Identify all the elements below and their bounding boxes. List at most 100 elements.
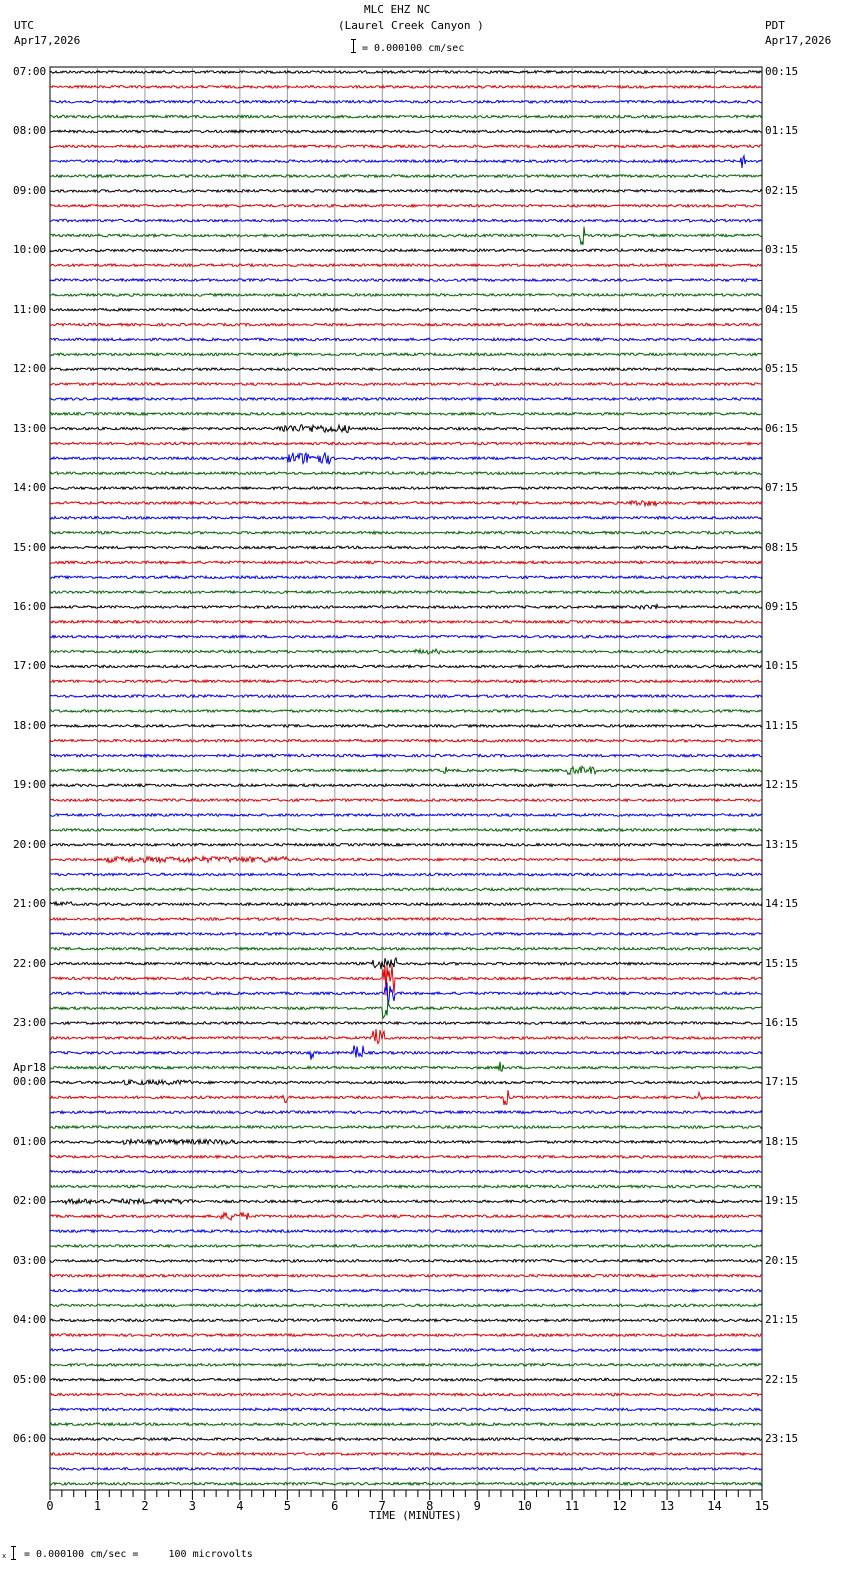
trace-line xyxy=(49,1197,763,1206)
trace-line xyxy=(49,782,763,788)
trace-line xyxy=(49,1210,763,1222)
trace-line xyxy=(49,965,763,996)
pdt-hour-label: 05:15 xyxy=(765,362,799,376)
trace-line xyxy=(49,752,762,759)
trace-line xyxy=(49,1317,763,1323)
trace-line xyxy=(49,99,763,105)
utc-hour-label: 20:00 xyxy=(13,837,47,851)
utc-hour-label: 15:00 xyxy=(13,540,47,554)
pdt-hour-label: 16:15 xyxy=(765,1016,799,1030)
pdt-hour-label: 09:15 xyxy=(765,599,799,613)
trace-line xyxy=(49,381,762,387)
pdt-hour-label: 15:15 xyxy=(765,956,799,970)
trace-line xyxy=(49,515,763,521)
trace-line xyxy=(49,336,763,343)
trace-line xyxy=(49,411,763,417)
trace-line xyxy=(49,1061,763,1072)
trace-line xyxy=(49,1029,763,1045)
trace-line xyxy=(49,1332,763,1338)
footer-scale-bar-icon xyxy=(11,1546,16,1560)
utc-hour-label: 05:00 xyxy=(13,1372,47,1386)
trace-line xyxy=(49,842,763,848)
trace-line xyxy=(50,351,763,357)
trace-line xyxy=(49,143,763,149)
trace-line xyxy=(49,188,763,194)
footer-scale-prefix: x xyxy=(2,1552,7,1560)
trace-line xyxy=(49,678,763,684)
utc-hour-label: 12:00 xyxy=(13,362,47,376)
trace-line xyxy=(49,693,763,699)
trace-line xyxy=(49,128,763,134)
trace-line xyxy=(49,1302,763,1308)
trace-line xyxy=(49,854,763,865)
pdt-hour-label: 21:15 xyxy=(765,1313,799,1327)
pdt-hour-label: 22:15 xyxy=(765,1372,799,1386)
trace-line xyxy=(49,956,763,970)
trace-line xyxy=(49,1124,763,1130)
trace-line xyxy=(49,1273,763,1279)
utc-hour-label: 10:00 xyxy=(13,243,47,257)
utc-hour-label: 03:00 xyxy=(13,1253,47,1267)
trace-line xyxy=(49,262,763,268)
trace-line xyxy=(49,827,763,833)
x-tick-label: 4 xyxy=(236,1499,243,1513)
trace-line xyxy=(49,396,763,402)
trace-line xyxy=(49,530,762,536)
trace-line xyxy=(49,499,763,508)
trace-line xyxy=(49,1243,763,1249)
utc-hour-label: 02:00 xyxy=(13,1194,47,1208)
trace-line xyxy=(50,451,763,466)
utc-hour-label: 17:00 xyxy=(13,659,47,673)
trace-line xyxy=(49,871,763,877)
trace-line xyxy=(49,218,763,223)
trace-line xyxy=(49,470,763,476)
trace-line xyxy=(50,226,763,246)
x-tick-label: 12 xyxy=(612,1499,626,1513)
pdt-hour-label: 18:15 xyxy=(765,1134,799,1148)
utc-hour-label: 19:00 xyxy=(13,778,47,792)
trace-line xyxy=(50,663,763,669)
trace-line xyxy=(49,764,763,776)
trace-line xyxy=(49,366,763,372)
utc-hour-label: 23:00 xyxy=(13,1016,47,1030)
utc-hour-label: 16:00 xyxy=(13,599,47,613)
trace-line xyxy=(49,1078,763,1086)
trace-line xyxy=(49,1347,763,1353)
trace-line xyxy=(50,982,763,1006)
pdt-hour-label: 20:15 xyxy=(765,1253,799,1267)
trace-line xyxy=(49,1421,763,1427)
pdt-hour-label: 07:15 xyxy=(765,481,799,495)
x-tick-label: 1 xyxy=(94,1499,101,1513)
x-tick-label: 10 xyxy=(517,1499,531,1513)
trace-line xyxy=(49,886,763,892)
pdt-hour-label: 06:15 xyxy=(765,421,799,435)
trace-line xyxy=(49,1362,763,1368)
trace-line xyxy=(49,84,763,90)
trace-line xyxy=(50,708,763,714)
trace-line xyxy=(49,1045,763,1060)
pdt-hour-label: 12:15 xyxy=(765,778,799,792)
date-change-label: Apr18 xyxy=(13,1061,47,1075)
trace-line xyxy=(49,277,763,283)
utc-hour-label: 14:00 xyxy=(13,481,47,495)
trace-line xyxy=(49,946,763,952)
trace-line xyxy=(49,1466,763,1472)
trace-line xyxy=(49,114,763,120)
utc-hour-label: 18:00 xyxy=(13,718,47,732)
trace-line xyxy=(49,619,763,625)
trace-line xyxy=(49,900,763,907)
utc-hour-label: 13:00 xyxy=(13,421,47,435)
trace-line xyxy=(49,1137,763,1146)
pdt-hour-label: 19:15 xyxy=(765,1194,799,1208)
trace-line xyxy=(49,634,763,640)
pdt-hour-label: 02:15 xyxy=(765,183,799,197)
pdt-hour-label: 01:15 xyxy=(765,124,799,138)
trace-line xyxy=(49,1436,763,1442)
trace-line xyxy=(49,1287,763,1294)
pdt-hour-label: 04:15 xyxy=(765,302,799,316)
x-tick-label: 9 xyxy=(474,1499,481,1513)
pdt-hour-label: 14:15 xyxy=(765,897,799,911)
trace-line xyxy=(49,1451,763,1457)
footer-scale-text: = 0.000100 cm/sec = 100 microvolts xyxy=(24,1549,253,1560)
trace-line xyxy=(49,203,763,209)
